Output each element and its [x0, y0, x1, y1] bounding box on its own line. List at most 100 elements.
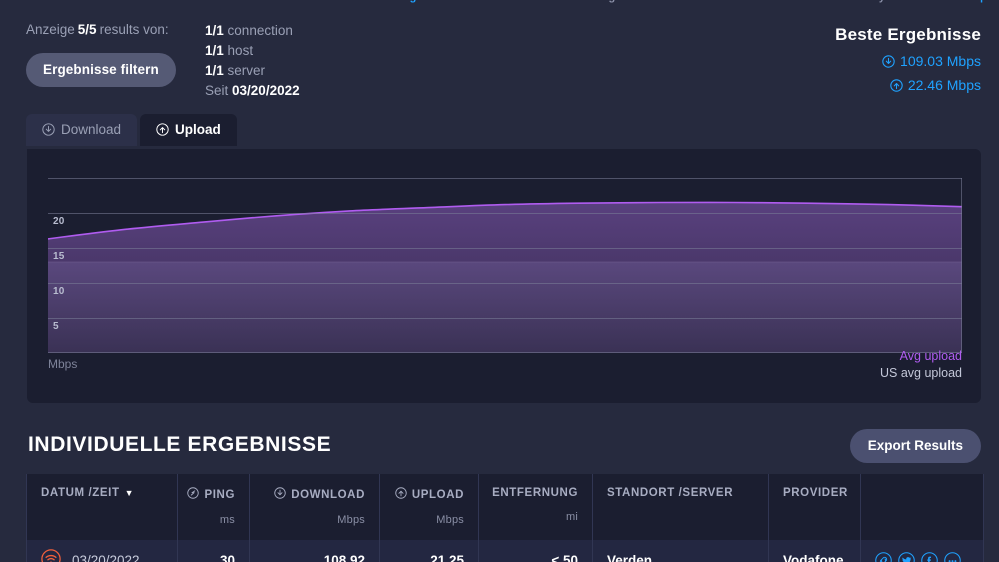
col-label-upload: UPLOAD — [411, 488, 464, 501]
col-header-upload[interactable]: UPLOAD Mbps — [379, 474, 479, 540]
legend-avg-upload: Avg upload — [899, 349, 962, 363]
cell-datetime-value: 03/20/2022 — [72, 553, 140, 562]
tab-download[interactable]: Download — [26, 114, 138, 146]
count-server-label: server — [227, 63, 266, 78]
twitter-icon[interactable] — [898, 552, 915, 562]
filter-results-button[interactable]: Ergebnisse filtern — [26, 53, 176, 87]
col-header-location[interactable]: STANDORT /SERVER — [592, 474, 769, 540]
chart-legend: Avg upload US avg upload — [880, 349, 962, 380]
count-host: 1/1 host — [205, 41, 300, 61]
gridline — [48, 248, 962, 249]
col-unit-ping: ms — [219, 514, 235, 526]
count-host-label: host — [227, 43, 254, 58]
col-header-share — [860, 474, 984, 540]
link-icon[interactable] — [875, 552, 892, 562]
cell-datetime: 03/20/2022 — [26, 540, 178, 562]
cutoff-nav-item[interactable]: Analysen — [855, 0, 904, 3]
upload-circle-icon — [395, 487, 407, 502]
facebook-icon[interactable] — [921, 552, 938, 562]
col-label-datetime: DATUM /ZEIT — [41, 487, 120, 499]
gridline — [48, 213, 962, 214]
results-table: DATUM /ZEIT ▼ PING ms DOWNLOAD Mbps UPLO… — [26, 474, 984, 562]
y-axis-unit-label: Mbps — [48, 357, 78, 371]
more-icon[interactable] — [944, 552, 961, 562]
col-label-location: STANDORT /SERVER — [607, 487, 734, 499]
download-circle-icon — [42, 123, 55, 136]
col-unit-distance: mi — [565, 511, 578, 523]
col-unit-download: Mbps — [337, 514, 365, 526]
since-date: 03/20/2022 — [232, 83, 300, 98]
best-results-title: Beste Ergebnisse — [835, 25, 981, 44]
y-axis-tick-label: 5 — [53, 321, 59, 332]
export-results-button[interactable]: Export Results — [849, 429, 981, 463]
count-connection: 1/1 connection — [205, 21, 300, 41]
upload-chart-panel: 5 10 15 20 Mbps Avg upload US avg upload — [27, 149, 981, 403]
results-summary-header: Anzeige 5/5 results von: — [26, 20, 976, 40]
since-label: Seit — [205, 83, 229, 98]
gridline — [48, 178, 962, 179]
col-unit-upload: Mbps — [436, 514, 464, 526]
cell-share — [860, 540, 984, 562]
col-header-download[interactable]: DOWNLOAD Mbps — [249, 474, 380, 540]
page-title: INDIVIDUELLE ERGEBNISSE — [28, 433, 332, 456]
share-icons — [875, 552, 969, 562]
cutoff-nav-item[interactable]: Ergebnisse — [398, 0, 457, 3]
best-upload-row: 22.46 Mbps — [835, 77, 981, 93]
best-download-value: 109.03 Mbps — [900, 53, 981, 69]
results-page: ErgebnisseEinstellungenAnalysen|Anmelden… — [0, 0, 999, 562]
download-circle-icon — [274, 487, 286, 502]
best-results: Beste Ergebnisse 109.03 Mbps 22.46 Mbps — [835, 25, 981, 93]
best-download-row: 109.03 Mbps — [835, 53, 981, 69]
cell-download: 108.92 — [249, 540, 380, 562]
upload-area-chart — [48, 201, 962, 353]
table-row[interactable]: 03/20/2022 30 108.92 21.25 < 50 Verden V… — [26, 540, 984, 562]
showing-suffix: results von: — [99, 22, 169, 37]
chart-tabs: Download Upload — [26, 114, 237, 146]
col-header-distance[interactable]: ENTFERNUNG mi — [478, 474, 593, 540]
cutoff-nav-item[interactable]: | — [980, 0, 983, 3]
cell-location: Verden — [592, 540, 769, 562]
col-label-provider: PROVIDER — [783, 487, 848, 499]
col-label-ping: PING — [204, 488, 235, 501]
chevron-down-icon: ▼ — [124, 488, 135, 498]
since-row: Seit 03/20/2022 — [205, 81, 300, 101]
showing-prefix: Anzeige — [26, 22, 75, 37]
cell-ping: 30 — [177, 540, 250, 562]
upload-circle-icon — [890, 78, 903, 92]
cell-provider: Vodafone — [768, 540, 861, 562]
col-label-distance: ENTFERNUNG — [492, 487, 578, 499]
col-header-provider[interactable]: PROVIDER — [768, 474, 861, 540]
col-header-datetime[interactable]: DATUM /ZEIT ▼ — [26, 474, 178, 540]
cutoff-nav-strip: ErgebnisseEinstellungenAnalysen|Anmelden — [0, 0, 999, 6]
count-connection-value: 1/1 — [205, 23, 224, 38]
count-server: 1/1 server — [205, 61, 300, 81]
tab-upload[interactable]: Upload — [140, 114, 237, 146]
col-header-ping[interactable]: PING ms — [177, 474, 250, 540]
cell-distance: < 50 — [478, 540, 593, 562]
upload-circle-icon — [156, 123, 169, 136]
ping-icon — [187, 487, 200, 502]
gridline — [48, 318, 962, 319]
avg-upload-area — [48, 202, 962, 353]
showing-results-line: Anzeige 5/5 results von: — [26, 20, 976, 40]
col-label-download: DOWNLOAD — [291, 488, 365, 501]
y-axis-tick-label: 10 — [53, 286, 65, 297]
gridline-baseline — [48, 352, 962, 353]
count-host-value: 1/1 — [205, 43, 224, 58]
tab-download-label: Download — [61, 122, 122, 137]
count-connection-label: connection — [227, 23, 293, 38]
gridline — [48, 283, 962, 284]
legend-us-avg-upload: US avg upload — [879, 366, 962, 380]
cell-upload: 21.25 — [379, 540, 479, 562]
wifi-icon — [41, 549, 61, 562]
count-server-value: 1/1 — [205, 63, 224, 78]
showing-count: 5/5 — [77, 22, 97, 37]
y-axis-tick-label: 20 — [53, 216, 65, 227]
cutoff-nav-item[interactable]: Einstellungen — [556, 0, 628, 3]
filter-counts: 1/1 connection 1/1 host 1/1 server Seit … — [205, 21, 300, 101]
y-axis-tick-label: 15 — [53, 251, 65, 262]
table-header-row: DATUM /ZEIT ▼ PING ms DOWNLOAD Mbps UPLO… — [26, 474, 984, 540]
tab-upload-label: Upload — [175, 122, 221, 137]
download-circle-icon — [882, 54, 895, 68]
best-upload-value: 22.46 Mbps — [907, 77, 981, 93]
